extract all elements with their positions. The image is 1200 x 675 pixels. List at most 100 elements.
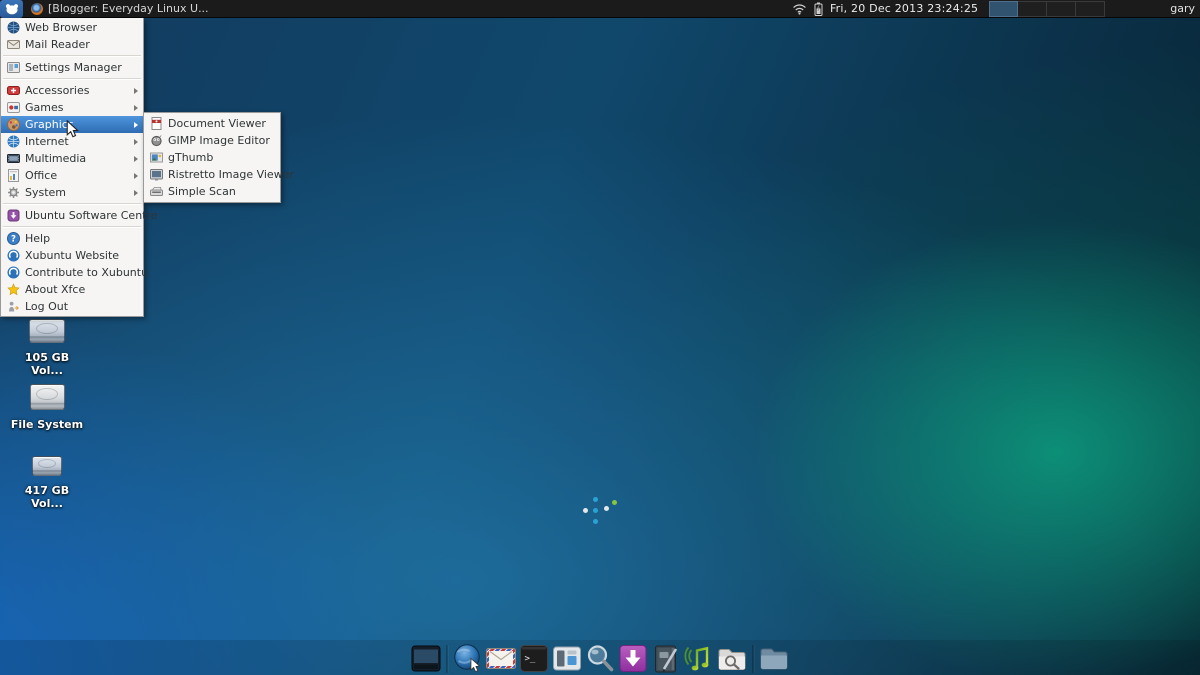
submenu-item-document-viewer[interactable]: Document Viewer (144, 115, 280, 132)
submenu-item-gimp[interactable]: GIMP Image Editor (144, 132, 280, 149)
ristretto-icon (149, 168, 163, 182)
simple-scan-icon (149, 185, 163, 199)
workspace-switcher (989, 1, 1105, 17)
submenu-item-ristretto[interactable]: Ristretto Image Viewer (144, 166, 280, 183)
web-browser-icon (6, 21, 20, 35)
settings-manager-icon (552, 643, 583, 674)
xfce-mouse-icon (5, 3, 19, 15)
desktop-icon-volume-105[interactable]: 105 GB Vol... (8, 319, 86, 377)
graphics-icon (6, 118, 20, 132)
terminal-launcher[interactable]: >_ (519, 643, 550, 674)
desktop: [Blogger: Everyday Linux U... Fri, 20 De… (0, 0, 1200, 675)
file-search-launcher[interactable] (717, 643, 748, 674)
submenu-arrow-icon (134, 190, 138, 196)
show-desktop-button[interactable] (411, 643, 442, 674)
menu-item-contribute[interactable]: Contribute to Xubuntu (1, 264, 143, 281)
battery-icon[interactable] (814, 2, 823, 16)
submenu-item-simple-scan[interactable]: Simple Scan (144, 183, 280, 200)
menu-item-ubuntu-software-centre[interactable]: Ubuntu Software Centre (1, 207, 143, 224)
help-icon: ? (6, 232, 20, 246)
menu-item-system[interactable]: System (1, 184, 143, 201)
menu-separator (1, 76, 143, 82)
star-icon (6, 283, 20, 297)
desktop-icon-file-system[interactable]: File System (8, 384, 86, 431)
magnifier-icon (585, 643, 616, 674)
svg-text:?: ? (11, 234, 16, 244)
notebook-pen-icon (651, 643, 682, 674)
mail-envelope-icon (486, 643, 517, 674)
xubuntu-logo-icon (6, 249, 20, 263)
web-browser-globe-icon (453, 643, 484, 674)
internet-icon (6, 135, 20, 149)
software-centre-launcher[interactable] (618, 643, 649, 674)
music-note-icon (684, 643, 715, 674)
menu-item-games[interactable]: Games (1, 99, 143, 116)
hard-drive-icon (30, 384, 65, 410)
submenu-arrow-icon (134, 88, 138, 94)
file-manager-launcher[interactable] (759, 643, 790, 674)
web-browser-launcher[interactable] (453, 643, 484, 674)
workspace-4[interactable] (1076, 1, 1105, 17)
menu-item-log-out[interactable]: Log Out (1, 298, 143, 315)
dock-separator (447, 645, 448, 673)
top-panel: [Blogger: Everyday Linux U... Fri, 20 De… (0, 0, 1200, 18)
workspace-3[interactable] (1047, 1, 1076, 17)
mail-icon (6, 38, 20, 52)
mail-launcher[interactable] (486, 643, 517, 674)
menu-item-office[interactable]: Office (1, 167, 143, 184)
workspace-2[interactable] (1018, 1, 1047, 17)
menu-item-settings-manager[interactable]: Settings Manager (1, 59, 143, 76)
menu-separator (1, 201, 143, 207)
mouse-cursor (66, 120, 80, 138)
software-centre-icon (6, 209, 20, 223)
settings-manager-launcher[interactable] (552, 643, 583, 674)
xubuntu-logo-icon (6, 266, 20, 280)
system-icon (6, 186, 20, 200)
office-icon (6, 169, 20, 183)
window-title: [Blogger: Everyday Linux U... (48, 2, 209, 15)
menu-item-xubuntu-website[interactable]: Xubuntu Website (1, 247, 143, 264)
submenu-arrow-icon (134, 122, 138, 128)
notes-launcher[interactable] (651, 643, 682, 674)
wifi-icon[interactable] (792, 3, 807, 15)
games-icon (6, 101, 20, 115)
software-centre-icon (618, 643, 649, 674)
dock-separator (753, 645, 754, 673)
session-username[interactable]: gary (1170, 2, 1195, 15)
music-player-launcher[interactable] (684, 643, 715, 674)
svg-text:>_: >_ (525, 654, 536, 664)
graphics-submenu: Document Viewer GIMP Image Editor gThumb… (143, 112, 281, 203)
terminal-icon: >_ (519, 643, 550, 674)
submenu-arrow-icon (134, 139, 138, 145)
menu-item-help[interactable]: ? Help (1, 230, 143, 247)
taskbar-window-button[interactable]: [Blogger: Everyday Linux U... (31, 2, 209, 15)
document-viewer-icon (149, 117, 163, 131)
submenu-item-gthumb[interactable]: gThumb (144, 149, 280, 166)
menu-item-web-browser[interactable]: Web Browser (1, 19, 143, 36)
submenu-arrow-icon (134, 156, 138, 162)
folder-icon (759, 643, 790, 674)
hard-drive-icon (32, 456, 62, 476)
application-finder-launcher[interactable] (585, 643, 616, 674)
firefox-icon (31, 3, 43, 15)
desktop-icon-volume-417[interactable]: 417 GB Vol... (8, 456, 86, 510)
menu-item-multimedia[interactable]: Multimedia (1, 150, 143, 167)
submenu-arrow-icon (134, 173, 138, 179)
gthumb-icon (149, 151, 163, 165)
menu-item-accessories[interactable]: Accessories (1, 82, 143, 99)
menu-separator (1, 53, 143, 59)
clock[interactable]: Fri, 20 Dec 2013 23:24:25 (830, 2, 978, 15)
hard-drive-icon (29, 319, 65, 343)
show-desktop-icon (411, 643, 442, 674)
settings-manager-icon (6, 61, 20, 75)
menu-item-about-xfce[interactable]: About Xfce (1, 281, 143, 298)
menu-separator (1, 224, 143, 230)
workspace-1[interactable] (989, 1, 1018, 17)
applications-menu-button[interactable] (0, 0, 23, 18)
menu-item-mail-reader[interactable]: Mail Reader (1, 36, 143, 53)
applications-menu: Web Browser Mail Reader Settings Manager… (0, 18, 144, 317)
folder-search-icon (717, 643, 748, 674)
log-out-icon (6, 300, 20, 314)
gimp-icon (149, 134, 163, 148)
multimedia-icon (6, 152, 20, 166)
